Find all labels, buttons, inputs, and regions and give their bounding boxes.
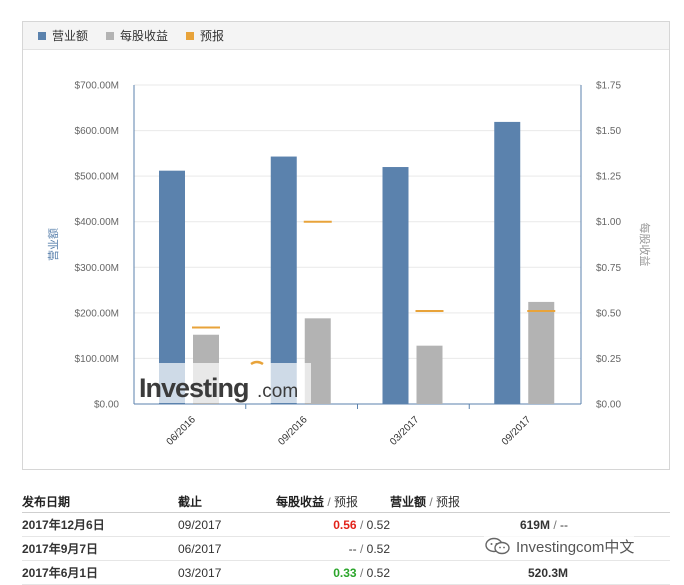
earnings-chart: 营业额 每股收益 预报 $0.00 $0.00 $100.00M $0.25 $200.… — [22, 21, 670, 470]
y-left-tick-label: $600.00M — [75, 126, 119, 137]
col-header-date[interactable]: 发布日期 — [22, 490, 178, 513]
bar-eps — [528, 301, 555, 404]
bar-eps — [416, 345, 443, 404]
cell-revenue: 520.3M — [390, 560, 568, 585]
cell-date: 2017年12月6日 — [22, 512, 178, 537]
separator: / — [359, 517, 364, 532]
investing-watermark: Investing .com — [137, 360, 311, 403]
y-left-tick-label: $500.00M — [75, 172, 119, 183]
col-header-eps[interactable]: 每股收益 / 预报 — [276, 490, 390, 513]
col-header-eps-label: 每股收益 — [276, 494, 325, 509]
x-tick-label: 09/2017 — [500, 414, 534, 448]
table-row: 2017年6月1日 03/2017 0.33 / 0.52 520.3M — [22, 560, 670, 585]
x-tick-label: 06/2016 — [165, 414, 199, 448]
y-left-axis-label: 营业额 — [46, 228, 60, 261]
x-tick-label: 09/2016 — [276, 414, 310, 448]
cell-period-end: 09/2017 — [178, 512, 276, 537]
eps-forecast: 0.52 — [366, 517, 390, 532]
revenue-actual: 520.3M — [527, 565, 568, 580]
cell-date: 2017年9月7日 — [22, 536, 178, 561]
cell-eps: 0.56 / 0.52 — [276, 512, 390, 537]
cell-spacer — [568, 560, 670, 585]
separator: / — [359, 541, 364, 556]
eps-actual: -- — [348, 541, 357, 556]
y-left-tick-label: $300.00M — [75, 263, 119, 274]
wechat-icon — [485, 537, 510, 555]
y-right-tick-label: $1.75 — [596, 81, 621, 92]
col-header-spacer — [568, 490, 670, 513]
watermark-logo-suffix: .com — [257, 381, 298, 402]
cell-date: 2017年6月1日 — [22, 560, 178, 585]
bar-revenue — [494, 121, 521, 405]
eps-forecast: 0.52 — [366, 541, 390, 556]
y-right-tick-label: $1.25 — [596, 172, 621, 183]
bar-revenue — [382, 167, 409, 404]
table-header-row: 发布日期 截止 每股收益 / 预报 营业额 / 预报 — [22, 490, 670, 513]
eps-actual: 0.56 — [333, 517, 357, 532]
col-header-period-end[interactable]: 截止 — [178, 490, 276, 513]
wechat-watermark-text: Investingcom中文 — [516, 538, 635, 556]
col-header-revenue-label: 营业额 — [390, 494, 427, 509]
revenue-forecast: -- — [560, 517, 568, 532]
y-right-tick-label: $1.50 — [596, 126, 621, 137]
y-right-tick-label: $1.00 — [596, 217, 621, 228]
y-right-tick-label: $0.00 — [596, 400, 621, 411]
y-right-tick-label: $0.75 — [596, 263, 621, 274]
y-left-tick-label: $100.00M — [75, 354, 119, 365]
separator: / — [359, 565, 364, 580]
chart-plot-area: $0.00 $0.00 $100.00M $0.25 $200.00M $0.50 $300… — [46, 81, 652, 448]
col-header-eps-forecast: 预报 — [334, 494, 359, 509]
col-header-revenue-forecast: 预报 — [436, 494, 461, 509]
eps-forecast: 0.52 — [366, 565, 390, 580]
revenue-actual: 619M — [519, 517, 550, 532]
y-left-tick-label: $400.00M — [75, 217, 119, 228]
y-right-axis-label: 每股收益 — [638, 223, 652, 267]
y-right-tick-label: $0.25 — [596, 354, 621, 365]
cell-eps: 0.33 / 0.52 — [276, 560, 390, 585]
y-left-tick-label: $700.00M — [75, 81, 119, 92]
separator: / — [429, 494, 433, 509]
cell-period-end: 03/2017 — [178, 560, 276, 585]
y-left-tick-label: $200.00M — [75, 308, 119, 319]
cell-spacer — [568, 512, 670, 537]
cell-revenue: 619M / -- — [390, 512, 568, 537]
x-tick-label: 03/2017 — [388, 414, 422, 448]
wechat-watermark: Investingcom中文 — [484, 536, 635, 556]
y-right-tick-label: $0.50 — [596, 308, 621, 319]
col-header-revenue[interactable]: 营业额 / 预报 — [390, 490, 568, 513]
eps-actual: 0.33 — [333, 565, 357, 580]
table-row: 2017年12月6日 09/2017 0.56 / 0.52 619M / -- — [22, 512, 670, 537]
y-left-tick-label: $0.00 — [94, 400, 119, 411]
cell-period-end: 06/2017 — [178, 536, 276, 561]
separator: / — [327, 494, 331, 509]
separator: / — [553, 517, 557, 532]
watermark-logo-text: Investing — [139, 373, 249, 403]
cell-eps: -- / 0.52 — [276, 536, 390, 561]
